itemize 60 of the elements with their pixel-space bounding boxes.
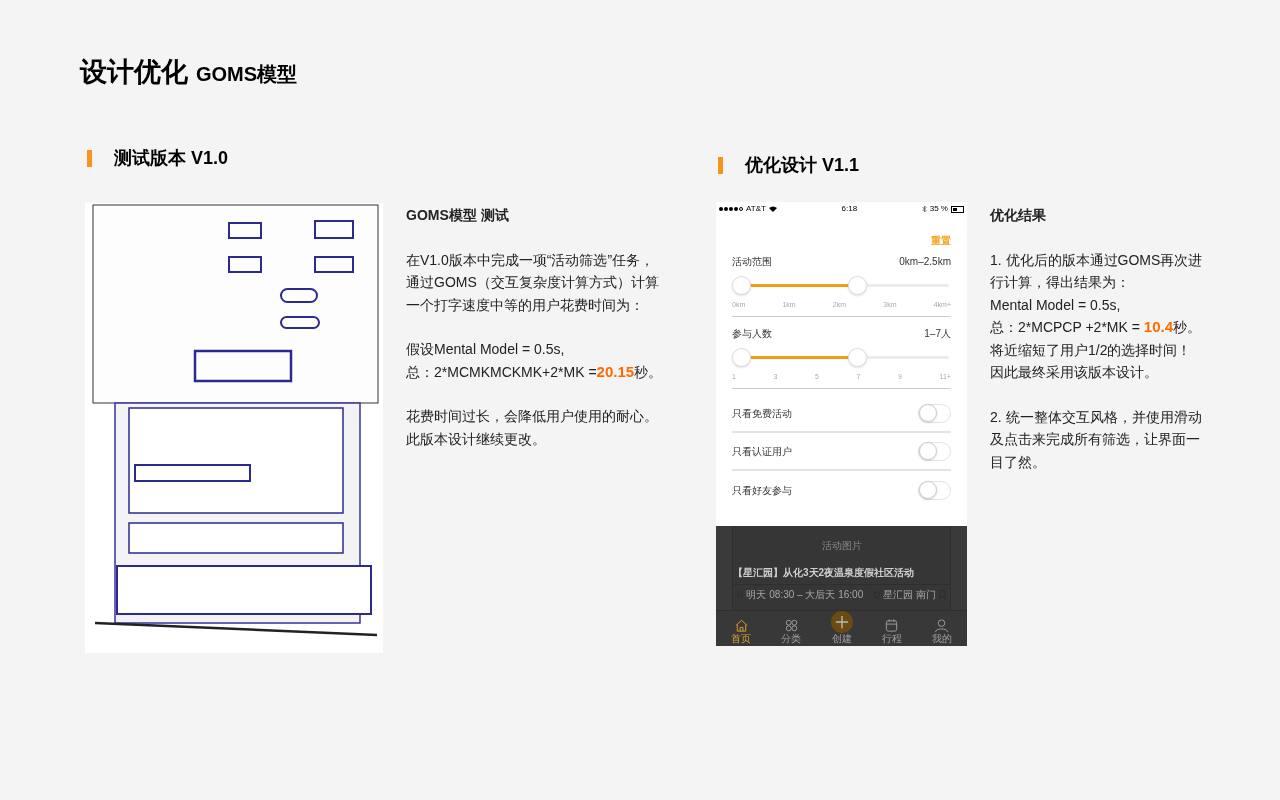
- image-placeholder-label: 活动图片: [820, 539, 863, 553]
- plus-icon: [834, 615, 849, 629]
- slider-label: 参与人数: [732, 326, 772, 341]
- text-line: 总：2*MCPCP +2*MK = 10.4秒。: [990, 317, 1202, 337]
- text-line: 在V1.0版本中完成一项“活动筛选”任务，: [406, 250, 656, 270]
- text-line: 此版本设计继续更改。: [406, 429, 547, 449]
- tab-item[interactable]: 我的: [916, 611, 967, 646]
- text-line: 目了然。: [990, 452, 1047, 472]
- tab-item[interactable]: 首页: [716, 611, 767, 646]
- tab-item[interactable]: 创建: [816, 611, 867, 646]
- text-line: 一个打字速度中等的用户花费时间为：: [406, 295, 645, 315]
- clock-time: 6:18: [841, 203, 858, 215]
- tab-item[interactable]: 分类: [766, 611, 817, 646]
- section-heading: 测试版本 V1.0: [114, 147, 229, 170]
- toggle-switch[interactable]: [918, 403, 951, 423]
- battery-percent: 35 %: [929, 203, 948, 215]
- text-line: 2. 统一整体交互风格，并使用滑动: [990, 407, 1203, 427]
- text-line: Mental Model = 0.5s,: [990, 295, 1122, 315]
- slider-label: 活动范围: [732, 254, 772, 269]
- wifi-icon: [768, 206, 777, 212]
- notes-title: GOMS模型 测试: [406, 206, 510, 225]
- slider-handle[interactable]: [848, 348, 867, 367]
- calendar-icon: [884, 618, 900, 633]
- range-reading: 1–7人: [924, 326, 951, 341]
- bluetooth-icon: [921, 205, 927, 213]
- slider-handle[interactable]: [732, 276, 751, 295]
- slider-handle[interactable]: [732, 348, 751, 367]
- accent-bar: [718, 157, 723, 174]
- event-place: 星汇园 南门: [883, 588, 936, 602]
- notes-title: 优化结果: [990, 206, 1047, 225]
- battery-icon: [951, 205, 964, 213]
- slider-track[interactable]: [732, 275, 951, 296]
- text-line: 因此最终采用该版本设计。: [990, 363, 1159, 382]
- accent-bar: [87, 150, 92, 167]
- event-title: 【星汇园】从化3天2夜温泉度假社区活动: [733, 566, 916, 580]
- event-time: 明天 08:30 – 大后天 16:00: [746, 588, 864, 602]
- text-line: 及点击来完成所有筛选，让界面一: [990, 430, 1201, 449]
- text-line: 将近缩短了用户1/2的选择时间！: [990, 340, 1193, 360]
- range-reading: 0km–2.5km: [899, 254, 951, 269]
- text-line: 假设Mental Model = 0.5s,: [406, 340, 566, 359]
- toggle-label: 只看认证用户: [732, 444, 792, 459]
- toggle-label: 只看免费活动: [732, 406, 792, 421]
- slider-track[interactable]: [732, 347, 951, 368]
- page-title: 设计优化: [80, 56, 188, 89]
- text-line: 1. 优化后的版本通过GOMS再次进: [990, 250, 1204, 270]
- text-line: 行计算，得出结果为：: [990, 273, 1131, 292]
- tab-item[interactable]: 行程: [866, 611, 917, 646]
- text-line: 通过GOMS（交互复杂度计算方式）计算: [406, 273, 660, 292]
- text-line: 总：2*MCMKMCKMK+2*MK =20.15秒。: [406, 361, 664, 382]
- section-heading: 优化设计 V1.1: [745, 154, 860, 177]
- toggle-label: 只看好友参与: [732, 483, 792, 498]
- home-icon: [733, 618, 749, 633]
- grid-icon: [783, 618, 799, 633]
- page-subtitle: GOMS模型: [196, 62, 298, 87]
- carrier-name: AT&T: [746, 203, 766, 215]
- slider-handle[interactable]: [848, 276, 867, 295]
- text-line: 花费时间过长，会降低用户使用的耐心。: [406, 407, 659, 426]
- person-icon: [934, 618, 950, 633]
- toggle-switch[interactable]: [918, 441, 951, 461]
- toggle-switch[interactable]: [918, 480, 951, 500]
